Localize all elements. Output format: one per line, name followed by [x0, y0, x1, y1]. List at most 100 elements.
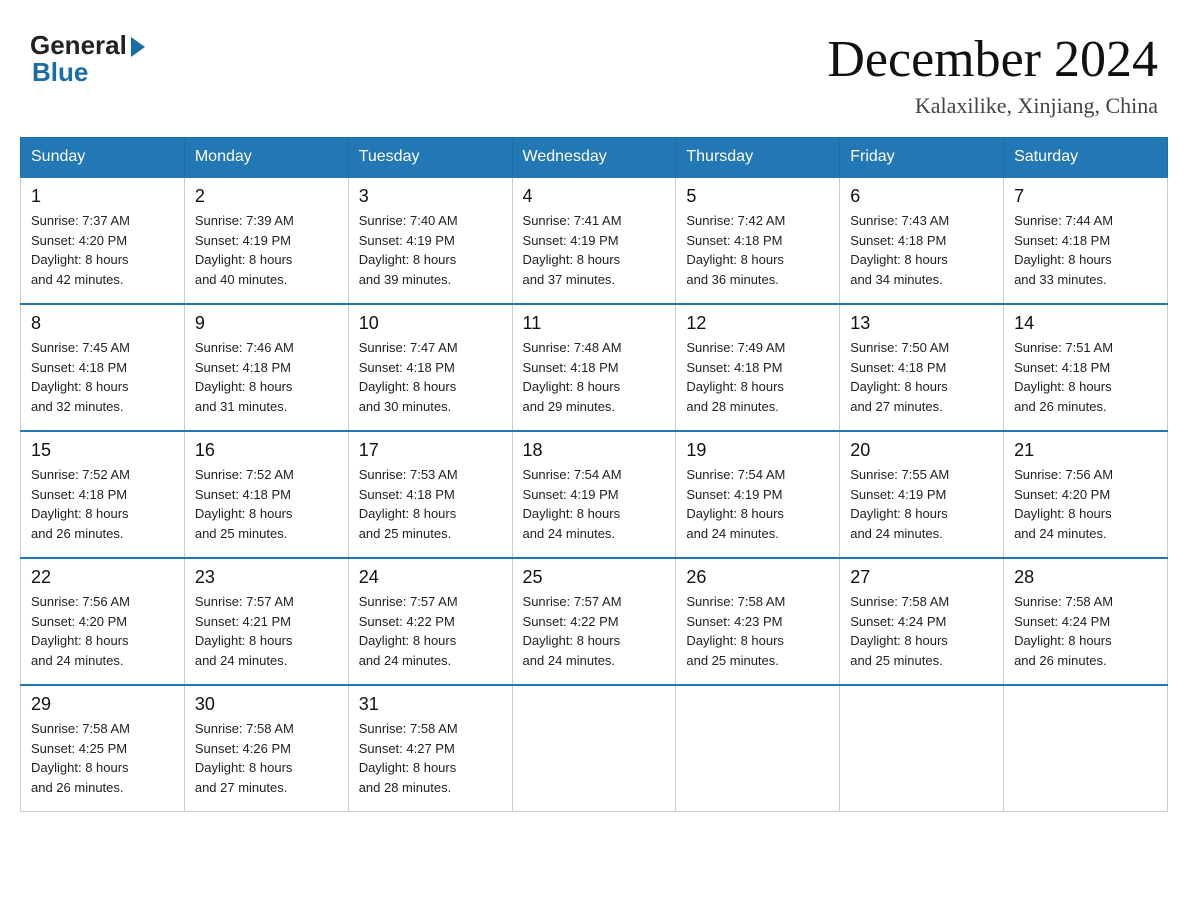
calendar-week-row: 1 Sunrise: 7:37 AMSunset: 4:20 PMDaylight… [21, 177, 1168, 304]
calendar-table: SundayMondayTuesdayWednesdayThursdayFrid… [20, 137, 1168, 812]
calendar-day-3: 3 Sunrise: 7:40 AMSunset: 4:19 PMDaylight… [348, 177, 512, 304]
calendar-day-10: 10Sunrise: 7:47 AMSunset: 4:18 PMDayligh… [348, 304, 512, 431]
col-header-thursday: Thursday [676, 138, 840, 178]
day-number: 1 [31, 186, 174, 207]
calendar-week-row: 22Sunrise: 7:56 AMSunset: 4:20 PMDayligh… [21, 558, 1168, 685]
calendar-day-30: 30 Sunrise: 7:58 AMSunset: 4:26 PMDayligh… [184, 685, 348, 812]
day-info: Sunrise: 7:40 AMSunset: 4:19 PMDaylight:… [359, 211, 502, 289]
col-header-tuesday: Tuesday [348, 138, 512, 178]
day-info: Sunrise: 7:49 AMSunset: 4:18 PMDaylight:… [686, 338, 829, 416]
day-number: 8 [31, 313, 174, 334]
day-number: 5 [686, 186, 829, 207]
day-number: 11 [523, 313, 666, 334]
day-info: Sunrise: 7:57 AMSunset: 4:22 PMDaylight:… [359, 592, 502, 670]
calendar-day-2: 2 Sunrise: 7:39 AMSunset: 4:19 PMDaylight… [184, 177, 348, 304]
day-info: Sunrise: 7:56 AMSunset: 4:20 PMDaylight:… [31, 592, 174, 670]
calendar-day-16: 16 Sunrise: 7:52 AMSunset: 4:18 PMDayligh… [184, 431, 348, 558]
calendar-day-empty [840, 685, 1004, 812]
day-info: Sunrise: 7:54 AMSunset: 4:19 PMDaylight:… [523, 465, 666, 543]
day-info: Sunrise: 7:39 AMSunset: 4:19 PMDaylight:… [195, 211, 338, 289]
calendar-day-empty [1004, 685, 1168, 812]
day-number: 23 [195, 567, 338, 588]
day-info: Sunrise: 7:52 AMSunset: 4:18 PMDaylight:… [31, 465, 174, 543]
calendar-day-23: 23 Sunrise: 7:57 AMSunset: 4:21 PMDayligh… [184, 558, 348, 685]
calendar-day-empty [676, 685, 840, 812]
day-number: 24 [359, 567, 502, 588]
day-number: 7 [1014, 186, 1157, 207]
day-number: 15 [31, 440, 174, 461]
day-info: Sunrise: 7:43 AMSunset: 4:18 PMDaylight:… [850, 211, 993, 289]
day-info: Sunrise: 7:41 AMSunset: 4:19 PMDaylight:… [523, 211, 666, 289]
day-info: Sunrise: 7:58 AMSunset: 4:26 PMDaylight:… [195, 719, 338, 797]
col-header-friday: Friday [840, 138, 1004, 178]
day-number: 14 [1014, 313, 1157, 334]
day-info: Sunrise: 7:55 AMSunset: 4:19 PMDaylight:… [850, 465, 993, 543]
day-info: Sunrise: 7:54 AMSunset: 4:19 PMDaylight:… [686, 465, 829, 543]
day-number: 16 [195, 440, 338, 461]
calendar-day-27: 27Sunrise: 7:58 AMSunset: 4:24 PMDayligh… [840, 558, 1004, 685]
calendar-day-12: 12 Sunrise: 7:49 AMSunset: 4:18 PMDayligh… [676, 304, 840, 431]
calendar-day-15: 15 Sunrise: 7:52 AMSunset: 4:18 PMDayligh… [21, 431, 185, 558]
calendar-day-26: 26Sunrise: 7:58 AMSunset: 4:23 PMDayligh… [676, 558, 840, 685]
day-info: Sunrise: 7:45 AMSunset: 4:18 PMDaylight:… [31, 338, 174, 416]
calendar-day-5: 5 Sunrise: 7:42 AMSunset: 4:18 PMDaylight… [676, 177, 840, 304]
calendar-day-17: 17 Sunrise: 7:53 AMSunset: 4:18 PMDayligh… [348, 431, 512, 558]
title-block: December 2024 Kalaxilike, Xinjiang, Chin… [827, 30, 1158, 119]
logo-blue-text: Blue [32, 57, 88, 88]
calendar-day-1: 1 Sunrise: 7:37 AMSunset: 4:20 PMDaylight… [21, 177, 185, 304]
day-number: 13 [850, 313, 993, 334]
day-number: 21 [1014, 440, 1157, 461]
day-info: Sunrise: 7:44 AMSunset: 4:18 PMDaylight:… [1014, 211, 1157, 289]
day-number: 4 [523, 186, 666, 207]
calendar-day-4: 4 Sunrise: 7:41 AMSunset: 4:19 PMDaylight… [512, 177, 676, 304]
calendar-day-31: 31 Sunrise: 7:58 AMSunset: 4:27 PMDayligh… [348, 685, 512, 812]
calendar-week-row: 15 Sunrise: 7:52 AMSunset: 4:18 PMDayligh… [21, 431, 1168, 558]
calendar-day-8: 8 Sunrise: 7:45 AMSunset: 4:18 PMDaylight… [21, 304, 185, 431]
day-info: Sunrise: 7:52 AMSunset: 4:18 PMDaylight:… [195, 465, 338, 543]
calendar-day-24: 24 Sunrise: 7:57 AMSunset: 4:22 PMDayligh… [348, 558, 512, 685]
day-number: 17 [359, 440, 502, 461]
day-info: Sunrise: 7:46 AMSunset: 4:18 PMDaylight:… [195, 338, 338, 416]
calendar-day-22: 22Sunrise: 7:56 AMSunset: 4:20 PMDayligh… [21, 558, 185, 685]
day-number: 19 [686, 440, 829, 461]
day-number: 3 [359, 186, 502, 207]
day-info: Sunrise: 7:58 AMSunset: 4:23 PMDaylight:… [686, 592, 829, 670]
day-info: Sunrise: 7:58 AMSunset: 4:24 PMDaylight:… [1014, 592, 1157, 670]
calendar-day-21: 21Sunrise: 7:56 AMSunset: 4:20 PMDayligh… [1004, 431, 1168, 558]
day-info: Sunrise: 7:47 AMSunset: 4:18 PMDaylight:… [359, 338, 502, 416]
day-info: Sunrise: 7:53 AMSunset: 4:18 PMDaylight:… [359, 465, 502, 543]
day-info: Sunrise: 7:51 AMSunset: 4:18 PMDaylight:… [1014, 338, 1157, 416]
day-number: 30 [195, 694, 338, 715]
day-number: 9 [195, 313, 338, 334]
month-title: December 2024 [827, 30, 1158, 89]
day-info: Sunrise: 7:58 AMSunset: 4:27 PMDaylight:… [359, 719, 502, 797]
calendar-week-row: 8 Sunrise: 7:45 AMSunset: 4:18 PMDaylight… [21, 304, 1168, 431]
calendar-day-29: 29 Sunrise: 7:58 AMSunset: 4:25 PMDayligh… [21, 685, 185, 812]
day-info: Sunrise: 7:37 AMSunset: 4:20 PMDaylight:… [31, 211, 174, 289]
day-number: 28 [1014, 567, 1157, 588]
col-header-wednesday: Wednesday [512, 138, 676, 178]
day-number: 29 [31, 694, 174, 715]
day-info: Sunrise: 7:42 AMSunset: 4:18 PMDaylight:… [686, 211, 829, 289]
day-info: Sunrise: 7:48 AMSunset: 4:18 PMDaylight:… [523, 338, 666, 416]
day-info: Sunrise: 7:50 AMSunset: 4:18 PMDaylight:… [850, 338, 993, 416]
location-title: Kalaxilike, Xinjiang, China [827, 93, 1158, 119]
day-number: 2 [195, 186, 338, 207]
day-number: 12 [686, 313, 829, 334]
day-info: Sunrise: 7:58 AMSunset: 4:25 PMDaylight:… [31, 719, 174, 797]
calendar-day-18: 18 Sunrise: 7:54 AMSunset: 4:19 PMDayligh… [512, 431, 676, 558]
day-number: 25 [523, 567, 666, 588]
col-header-monday: Monday [184, 138, 348, 178]
logo: General Blue [30, 30, 145, 88]
calendar-day-9: 9 Sunrise: 7:46 AMSunset: 4:18 PMDaylight… [184, 304, 348, 431]
day-number: 31 [359, 694, 502, 715]
day-number: 18 [523, 440, 666, 461]
page-header: General Blue December 2024 Kalaxilike, X… [20, 20, 1168, 119]
day-number: 6 [850, 186, 993, 207]
calendar-day-7: 7 Sunrise: 7:44 AMSunset: 4:18 PMDaylight… [1004, 177, 1168, 304]
calendar-day-25: 25Sunrise: 7:57 AMSunset: 4:22 PMDayligh… [512, 558, 676, 685]
calendar-day-6: 6 Sunrise: 7:43 AMSunset: 4:18 PMDaylight… [840, 177, 1004, 304]
day-info: Sunrise: 7:57 AMSunset: 4:21 PMDaylight:… [195, 592, 338, 670]
calendar-week-row: 29 Sunrise: 7:58 AMSunset: 4:25 PMDayligh… [21, 685, 1168, 812]
calendar-day-11: 11 Sunrise: 7:48 AMSunset: 4:18 PMDayligh… [512, 304, 676, 431]
